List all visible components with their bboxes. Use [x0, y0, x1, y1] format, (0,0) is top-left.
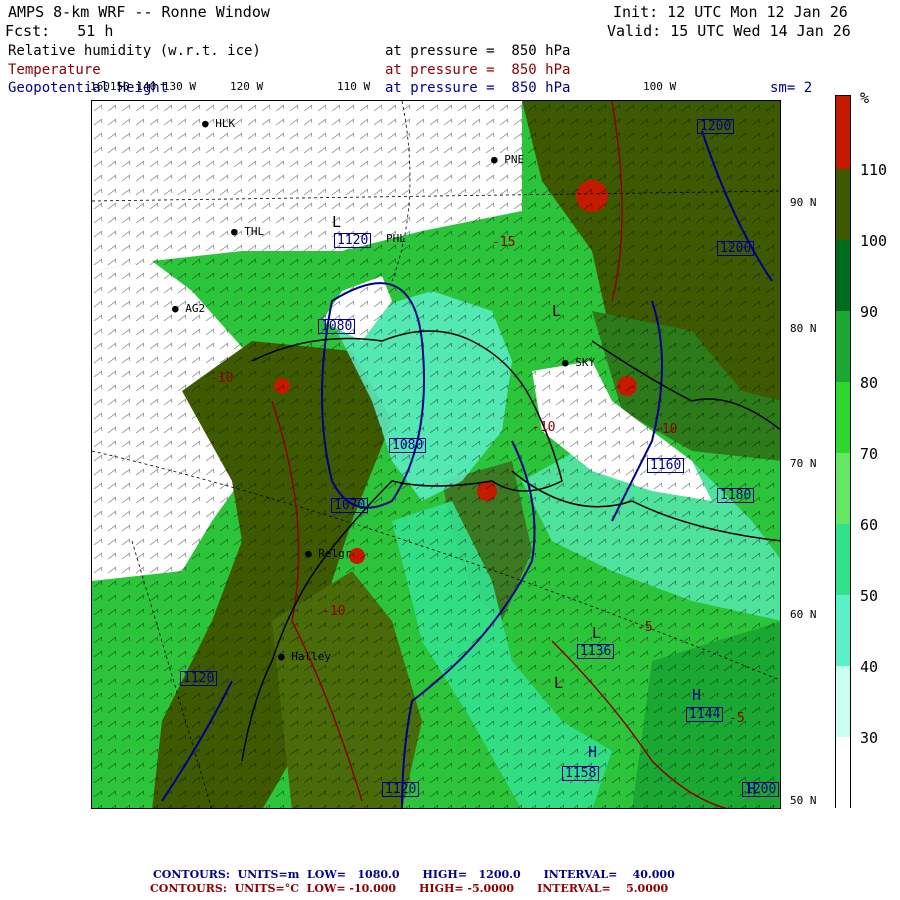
field-height-level: at pressure = 850 hPa	[385, 80, 571, 96]
temp-label: -10	[322, 604, 346, 619]
lat-label-80n: 80 N	[790, 322, 817, 335]
rh-map: ● HLK ● PNE ● THL PHL ● AG2 ● SKY ● Relg…	[91, 100, 781, 809]
colorbar-swatch	[836, 737, 850, 809]
map-canvas	[92, 101, 780, 808]
temp-label: -10	[654, 422, 678, 437]
high-marker: H	[588, 743, 598, 761]
height-label: 1200	[717, 241, 755, 256]
lon-label-110: 110 W	[337, 80, 371, 93]
footer-low: LOW= 1080.0	[307, 868, 400, 881]
colorbar-swatch	[836, 382, 850, 453]
lat-label-90n: 90 N	[790, 196, 817, 209]
height-label: 1200	[697, 119, 735, 134]
init-time: Init: 12 UTC Mon 12 Jan 26	[613, 3, 848, 21]
low-marker: L	[332, 213, 342, 231]
lat-label-60n: 60 N	[790, 608, 817, 621]
footer-low: LOW= -10.000	[306, 882, 397, 895]
footer-contours-label: CONTOURS:	[153, 868, 230, 881]
field-rh-level: at pressure = 850 hPa	[385, 43, 571, 59]
station-ag2: ● AG2	[172, 302, 206, 315]
colorbar-swatch	[836, 666, 850, 737]
station-sky-label: SKY	[575, 356, 596, 369]
high-marker: H	[747, 780, 757, 798]
height-label: 1080	[389, 438, 427, 453]
height-label: 1080	[318, 319, 356, 334]
footer-high: HIGH= 1200.0	[422, 868, 521, 881]
footer-height-contours: CONTOURS: UNITS=m LOW= 1080.0 HIGH= 1200…	[153, 868, 675, 881]
height-label: 1070	[331, 498, 369, 513]
low-marker: L	[552, 302, 562, 320]
height-label: 1120	[382, 782, 420, 797]
field-temp-level: at pressure = 850 hPa	[385, 62, 571, 78]
footer-temp-contours: CONTOURS: UNITS=°C LOW= -10.000 HIGH= -5…	[150, 882, 668, 895]
colorbar-swatch	[836, 96, 850, 169]
lat-label-50n: 50 N	[790, 794, 817, 807]
low-marker: L	[554, 674, 564, 692]
height-label: 1120	[334, 233, 372, 248]
station-thl: ● THL	[231, 225, 265, 238]
colorbar-tick: 40	[860, 658, 879, 676]
smoothing-label: sm= 2	[770, 80, 813, 96]
footer-units: UNITS=°C	[234, 882, 299, 895]
station-pne: ● PNE	[491, 153, 525, 166]
lon-label-160-130: 160150 140 130 W	[90, 80, 196, 93]
temp-label: -5	[637, 620, 653, 635]
high-marker: H	[692, 686, 702, 704]
colorbar-tick: 70	[860, 445, 879, 463]
height-label: 1144	[686, 707, 724, 722]
colorbar	[835, 95, 851, 809]
colorbar-swatch	[836, 524, 850, 595]
station-sky: ● SKY	[562, 356, 596, 369]
temp-label: -15	[492, 235, 516, 250]
colorbar-tick: 80	[860, 374, 879, 392]
height-label: 1180	[717, 488, 755, 503]
colorbar-swatch	[836, 169, 850, 240]
footer-high: HIGH= -5.0000	[419, 882, 515, 895]
temp-label: -10	[210, 371, 234, 386]
colorbar-tick: 90	[860, 303, 879, 321]
map-title: AMPS 8-km WRF -- Ronne Window	[8, 3, 270, 21]
colorbar-tick: 30	[860, 729, 879, 747]
temp-label: -5	[729, 711, 745, 726]
height-label: 1136	[577, 644, 615, 659]
footer-units: UNITS=m	[237, 868, 300, 881]
station-hlk-label: HLK	[215, 117, 236, 130]
low-marker: L	[592, 624, 602, 642]
footer-contours-label: CONTOURS:	[150, 882, 227, 895]
colorbar-swatch	[836, 240, 850, 311]
colorbar-swatch	[836, 453, 850, 524]
colorbar-tick: 50	[860, 587, 879, 605]
valid-time: Valid: 15 UTC Wed 14 Jan 26	[607, 22, 851, 40]
forecast-hour: Fcst: 51 h	[5, 22, 114, 40]
colorbar-tick: 100	[860, 232, 888, 250]
colorbar-tick: 110	[860, 161, 888, 179]
lon-label-120: 120 W	[230, 80, 264, 93]
wind-barbs	[92, 101, 780, 808]
station-phl: PHL	[386, 233, 406, 244]
station-hlk: ● HLK	[202, 117, 236, 130]
station-thl-label: THL	[244, 225, 265, 238]
station-relgr: ● Relgr	[305, 547, 352, 560]
field-temp-name: Temperature	[8, 62, 101, 78]
station-relgr-label: Relgr	[318, 547, 352, 560]
height-label: 1160	[647, 458, 685, 473]
colorbar-swatch	[836, 311, 850, 382]
colorbar-swatch	[836, 595, 850, 666]
field-rh-name: Relative humidity (w.r.t. ice)	[8, 43, 261, 59]
colorbar-unit: %	[860, 89, 870, 107]
height-label: 1120	[180, 671, 218, 686]
lon-label-100: 100 W	[643, 80, 677, 93]
station-phl-label: PHL	[386, 232, 406, 245]
height-label: 1158	[562, 766, 600, 781]
station-halley-label: Halley	[291, 650, 331, 663]
station-pne-label: PNE	[504, 153, 525, 166]
colorbar-tick: 60	[860, 516, 879, 534]
footer-interval: INTERVAL= 40.000	[543, 868, 675, 881]
station-ag2-label: AG2	[185, 302, 206, 315]
temp-label: -10	[532, 420, 556, 435]
footer-interval: INTERVAL= 5.0000	[537, 882, 669, 895]
lat-label-70n: 70 N	[790, 457, 817, 470]
station-halley: ● Halley	[278, 650, 331, 663]
